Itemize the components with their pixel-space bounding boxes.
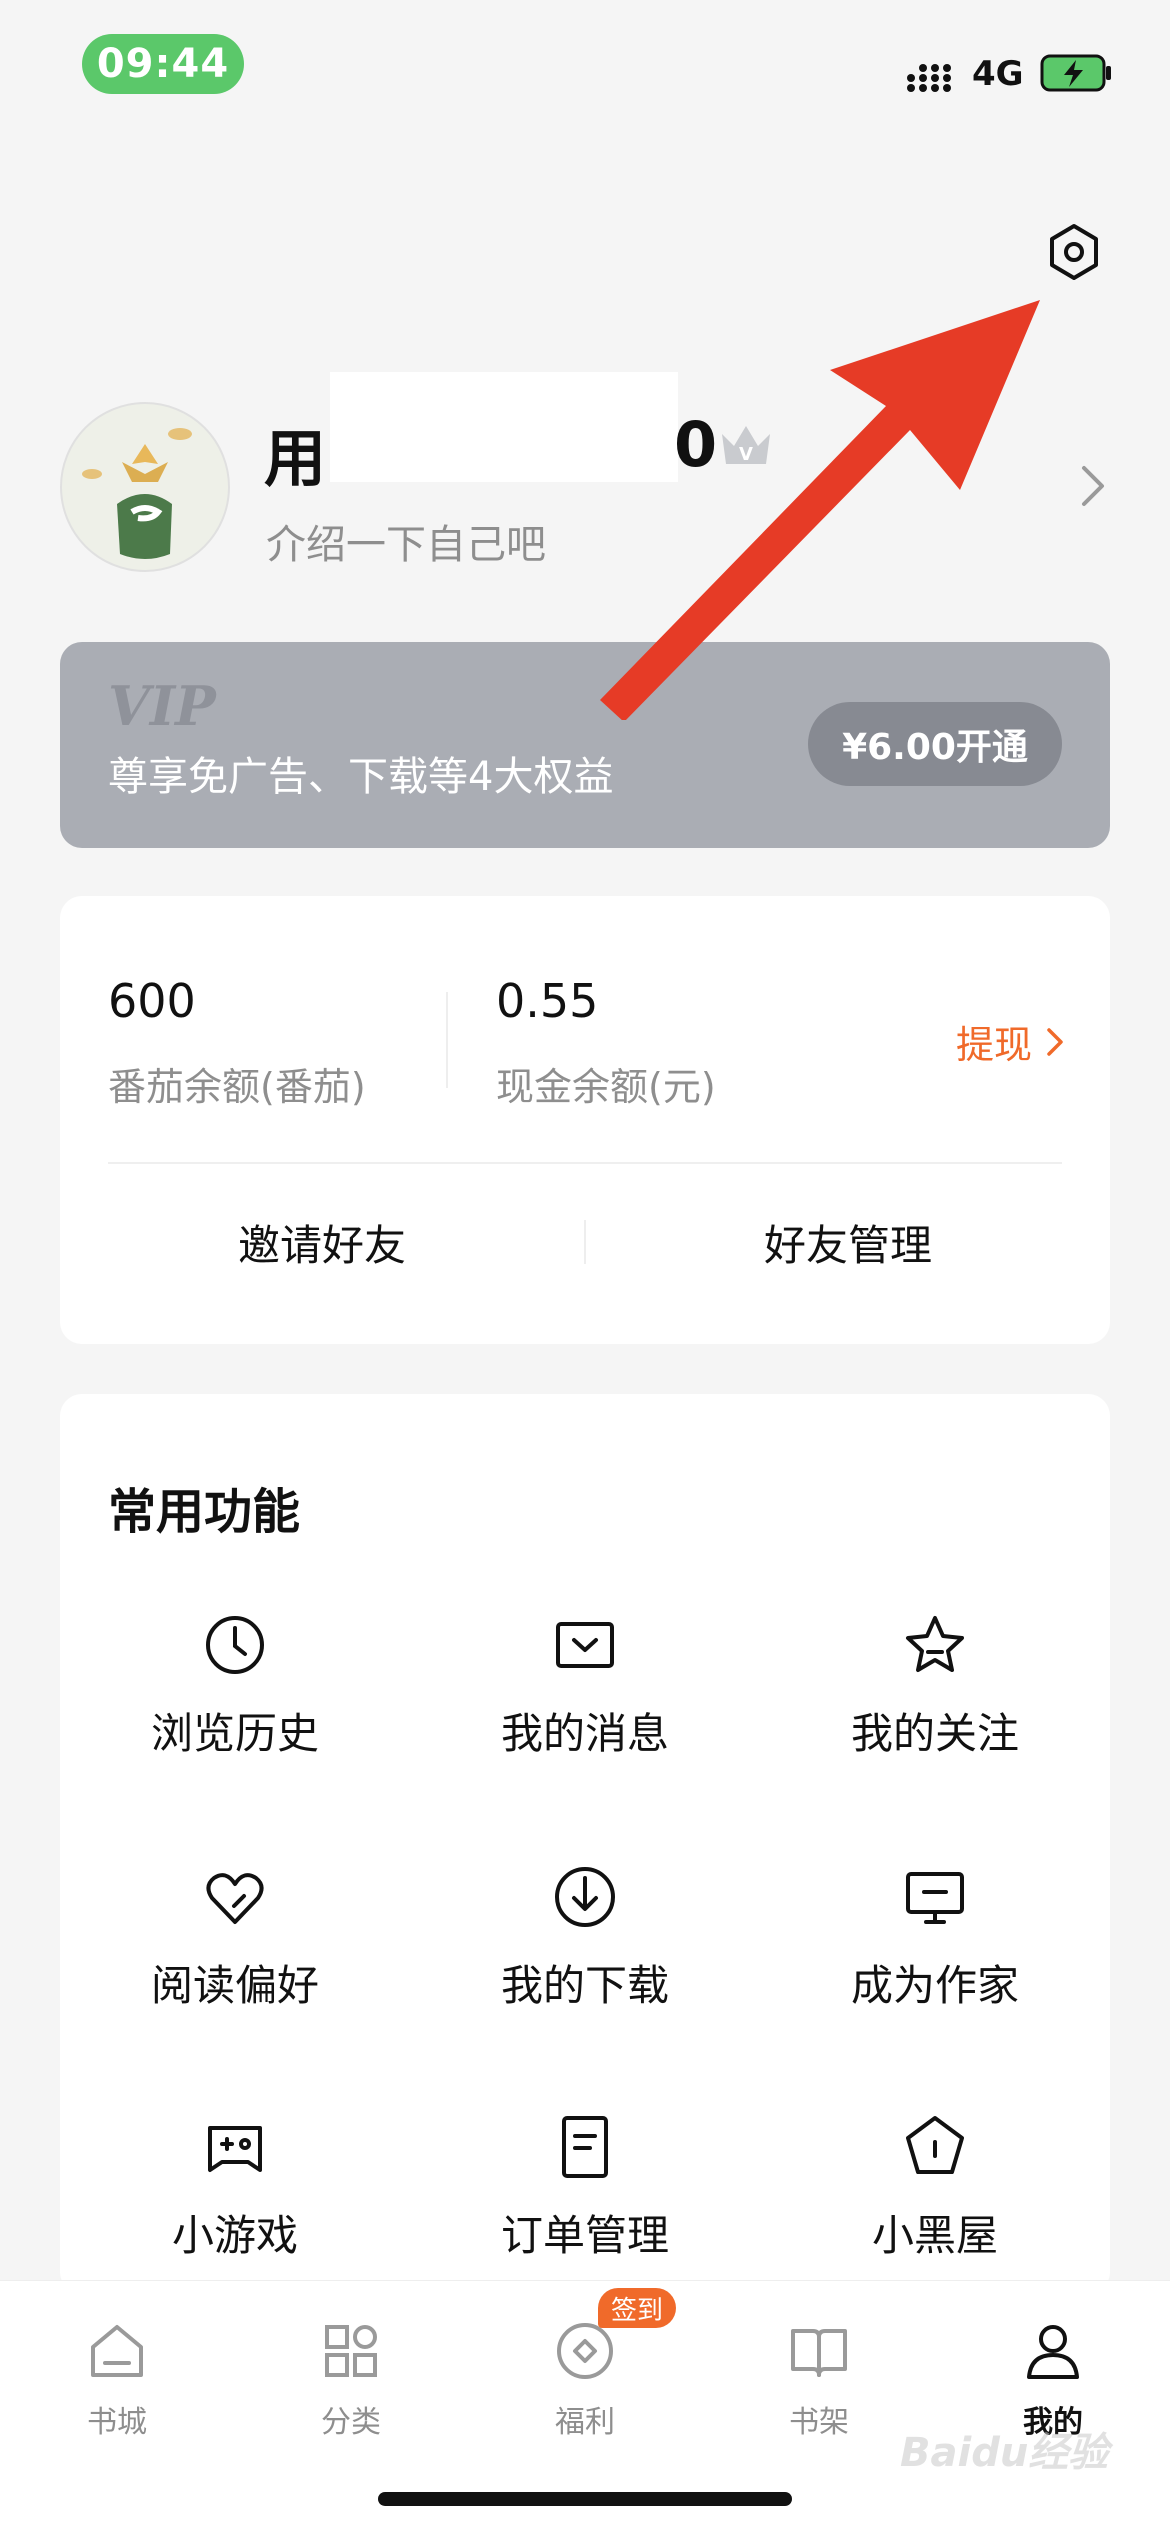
- book-icon: [791, 2329, 847, 2377]
- function-label: 小游戏: [171, 2211, 298, 2260]
- common-functions-card: 常用功能 浏览历史 我的消息 我的关注 阅读偏好 我的下载 成为作家 小游戏 订…: [60, 1394, 1110, 2294]
- invite-friends-button[interactable]: 邀请好友: [60, 1192, 584, 1292]
- nav-bookstore[interactable]: 书城: [0, 2299, 234, 2469]
- function-label: 浏览历史: [150, 1709, 319, 1758]
- balance-card: 600 番茄余额(番茄) 0.55 现金余额(元) 提现 邀请好友 好友管理: [60, 896, 1110, 1344]
- gamepad-icon: [208, 2126, 262, 2172]
- function-label: 订单管理: [500, 2211, 669, 2260]
- pentagon-icon: [906, 2116, 964, 2174]
- checkin-badge[interactable]: 签到: [598, 2288, 676, 2328]
- status-time: 09:44: [82, 34, 244, 94]
- settings-gear-icon[interactable]: [1044, 222, 1104, 282]
- network-type: 4G: [972, 54, 1024, 94]
- tomato-balance-label: 番茄余额(番茄): [108, 1065, 366, 1109]
- nav-label: 书架: [789, 2405, 849, 2440]
- clock-icon: [206, 1616, 264, 1674]
- star-icon: [906, 1616, 964, 1672]
- home-indicator[interactable]: [378, 2492, 792, 2506]
- heart-icon: [206, 1873, 264, 1924]
- cash-balance-label: 现金余额(元): [496, 1065, 716, 1109]
- coin-icon: [557, 2323, 613, 2379]
- function-label: 我的下载: [500, 1961, 669, 2010]
- divider: [446, 992, 448, 1088]
- battery-icon: [1040, 54, 1111, 92]
- section-title: 常用功能: [108, 1484, 301, 1540]
- red-arrow-annotation-icon: [600, 300, 1040, 720]
- person-icon: [1027, 2325, 1079, 2379]
- grid-icon: [325, 2325, 377, 2377]
- avatar[interactable]: [60, 402, 230, 572]
- divider: [108, 1162, 1062, 1164]
- home-icon: [91, 2325, 143, 2377]
- function-label: 成为作家: [850, 1961, 1019, 2010]
- chevron-right-icon[interactable]: [1078, 462, 1108, 510]
- withdraw-link[interactable]: 提现: [956, 1014, 1064, 1069]
- avatar-illustration-icon: [62, 404, 228, 570]
- nav-label: 书城: [87, 2405, 147, 2440]
- function-reading-preference[interactable]: 阅读偏好: [60, 1862, 410, 2062]
- message-icon: [556, 1622, 614, 1668]
- nav-category[interactable]: 分类: [234, 2299, 468, 2469]
- tomato-balance-value[interactable]: 600: [108, 974, 196, 1028]
- function-label: 我的关注: [850, 1709, 1019, 1758]
- vip-title: VIP: [108, 674, 216, 738]
- function-label: 小黑屋: [871, 2211, 998, 2260]
- withdraw-label: 提现: [956, 1023, 1033, 1067]
- cash-balance-value[interactable]: 0.55: [496, 974, 598, 1028]
- download-icon: [555, 1867, 615, 1927]
- function-my-messages[interactable]: 我的消息: [410, 1610, 760, 1810]
- nav-label: 分类: [321, 2405, 381, 2440]
- nav-label: 福利: [555, 2405, 615, 2440]
- document-icon: [562, 2116, 608, 2178]
- baidu-watermark: Baidu经验: [900, 2430, 1109, 2476]
- function-browse-history[interactable]: 浏览历史: [60, 1610, 410, 1810]
- signal-icon: [907, 64, 951, 92]
- username-start: 用: [264, 422, 327, 495]
- chevron-right-icon: [1047, 1027, 1063, 1056]
- function-become-writer[interactable]: 成为作家: [760, 1862, 1110, 2062]
- function-label: 我的消息: [500, 1709, 669, 1758]
- function-my-follows[interactable]: 我的关注: [760, 1610, 1110, 1810]
- friend-management-button[interactable]: 好友管理: [586, 1192, 1110, 1292]
- function-label: 阅读偏好: [150, 1961, 319, 2010]
- monitor-icon: [906, 1872, 964, 1924]
- vip-description: 尊享免广告、下载等4大权益: [108, 754, 614, 800]
- function-my-downloads[interactable]: 我的下载: [410, 1862, 760, 2062]
- profile-bio[interactable]: 介绍一下自己吧: [266, 512, 546, 570]
